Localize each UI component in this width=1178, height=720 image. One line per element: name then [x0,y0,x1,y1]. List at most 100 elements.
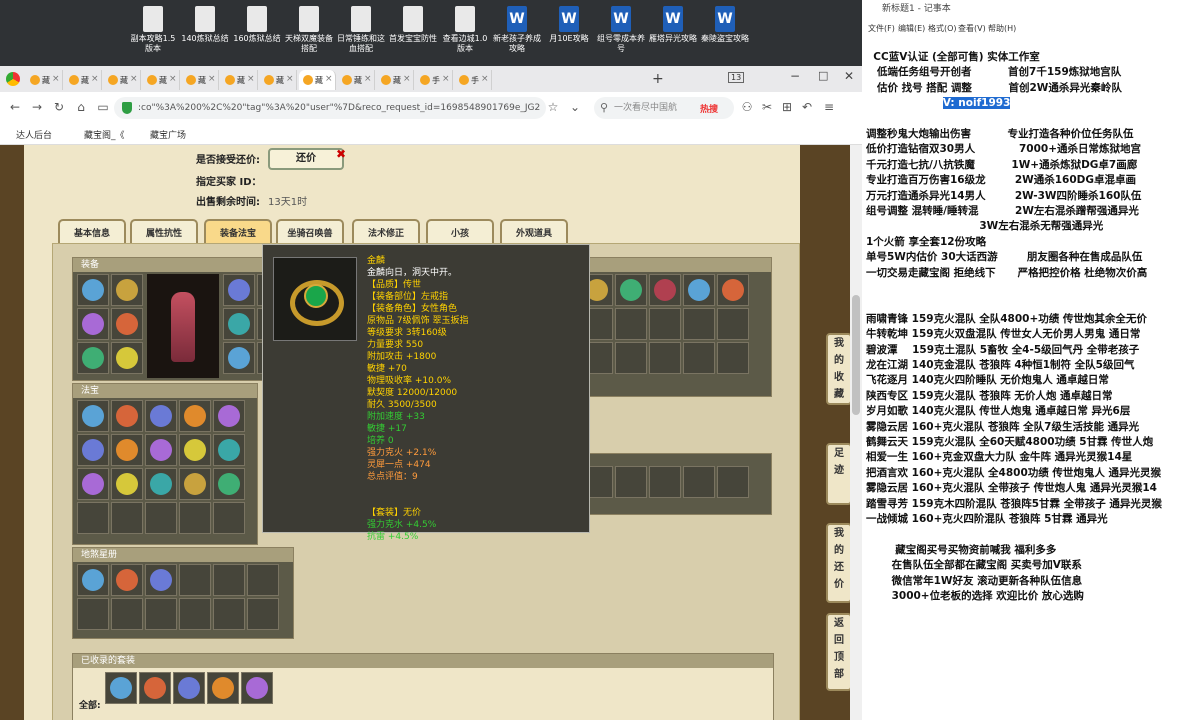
desktop-icon[interactable]: W 月10E攻略 [544,6,594,44]
tab-6[interactable]: 小孩 [426,219,494,245]
desktop-icon[interactable]: W 组号零成本养号 [596,6,646,54]
fabao-slot[interactable] [77,468,109,500]
tab-close-icon[interactable]: × [52,74,60,84]
new-tab-button[interactable]: + [652,71,664,87]
star-icon[interactable]: ☆ [544,98,562,116]
browser-tab[interactable]: 手 × [455,70,492,90]
equipment-slot[interactable] [111,342,143,374]
tab-close-icon[interactable]: × [208,74,216,84]
home-icon[interactable]: ⌂ [72,98,90,116]
notepad-text-area[interactable]: CC蓝V认证 (全部可售) 实体工作室 低端任务组号开创者 首创7千159炼狱地… [866,40,1176,710]
maximize-icon[interactable]: □ [818,69,828,82]
fabao-slot[interactable] [213,400,245,432]
equipment-slot[interactable] [223,342,255,374]
dishaxing-slot[interactable] [213,598,245,630]
desktop-icon[interactable]: W 新老孩子养成攻略 [492,6,542,54]
equipment-slot[interactable] [111,308,143,340]
dishaxing-slot[interactable] [77,598,109,630]
dishaxing-slot[interactable] [179,598,211,630]
inventory-slot[interactable] [717,308,749,340]
inventory-slot[interactable] [615,274,647,306]
desktop-icon[interactable]: 天梯双魔装备搭配 [284,6,334,54]
notepad-menu-item[interactable]: 格式(O) [928,23,957,34]
tab-1[interactable]: 基本信息 [58,219,126,245]
equipment-slot[interactable] [223,308,255,340]
fabao-slot[interactable] [77,502,109,534]
tab-close-icon[interactable]: × [481,74,489,84]
inventory-slot[interactable] [649,466,681,498]
fabao-slot[interactable] [179,468,211,500]
fabao-slot[interactable] [213,434,245,466]
back-icon[interactable]: ← [6,98,24,116]
tab-close-icon[interactable]: × [403,74,411,84]
close-icon[interactable]: ✕ [844,69,854,83]
browser-tab[interactable]: 藏 × [377,70,414,90]
notepad-menu-item[interactable]: 文件(F) [868,23,895,34]
desktop-icon[interactable]: 日常锤练和这血搭配 [336,6,386,54]
tab-close-icon[interactable]: × [325,74,333,84]
tab-7[interactable]: 外观道具 [500,219,568,245]
side-button[interactable]: 我的还价 [826,523,850,603]
tab-2[interactable]: 属性抗性 [130,219,198,245]
side-button[interactable]: 足迹 [826,443,850,505]
inventory-slot[interactable] [683,342,715,374]
bookmark-item[interactable]: 达人后台 [16,128,52,141]
inventory-slot[interactable] [615,466,647,498]
desktop-icon[interactable]: 查看边城1.0版本 [440,6,490,54]
browser-logo-icon[interactable] [6,72,20,86]
browser-tab[interactable]: 藏 × [143,70,180,90]
browser-tab[interactable]: 藏 × [65,70,102,90]
fabao-slot[interactable] [179,434,211,466]
browser-tab[interactable]: 藏 × [299,70,336,90]
equipment-slot[interactable] [77,342,109,374]
fabao-slot[interactable] [213,468,245,500]
browser-tab[interactable]: 藏 × [221,70,258,90]
fabao-slot[interactable] [111,434,143,466]
equipment-slot[interactable] [77,308,109,340]
equipment-slot[interactable] [111,274,143,306]
notepad-menu-item[interactable]: 帮助(H) [988,23,1016,34]
bookmark-item[interactable]: 藏宝广场 [150,128,186,141]
tab-close-icon[interactable]: × [364,74,372,84]
fabao-slot[interactable] [145,468,177,500]
tab-close-icon[interactable]: × [442,74,450,84]
undo-icon[interactable]: ↶ [798,98,816,116]
game-icon[interactable]: ⚇ [738,98,756,116]
url-field[interactable]: :co"%3A%200%2C%20"tag"%3A%20"user"%7D&re… [114,97,546,119]
fabao-slot[interactable] [145,434,177,466]
sidebar-icon[interactable]: ▭ [94,98,112,116]
tab-close-icon[interactable]: × [286,74,294,84]
dishaxing-slot[interactable] [247,598,279,630]
dropdown-icon[interactable]: ⌄ [566,98,584,116]
fabao-slot[interactable] [77,434,109,466]
haggle-button[interactable]: 还价 [268,148,344,170]
notepad-menu-item[interactable]: 查看(V) [958,23,986,34]
dishaxing-slot[interactable] [179,564,211,596]
browser-tab[interactable]: 藏 × [26,70,63,90]
inventory-slot[interactable] [717,274,749,306]
minimize-icon[interactable]: − [790,69,800,83]
forward-icon[interactable]: → [28,98,46,116]
page-scrollbar[interactable] [850,145,862,720]
tab-close-icon[interactable]: × [91,74,99,84]
fabao-slot[interactable] [145,400,177,432]
browser-tab[interactable]: 藏 × [338,70,375,90]
dishaxing-slot[interactable] [145,598,177,630]
dishaxing-slot[interactable] [247,564,279,596]
set-slot[interactable] [241,672,273,704]
cut-icon[interactable]: ✂ [758,98,776,116]
grid-icon[interactable]: ⊞ [778,98,796,116]
fabao-slot[interactable] [213,502,245,534]
dishaxing-slot[interactable] [145,564,177,596]
fabao-slot[interactable] [111,502,143,534]
inventory-slot[interactable] [683,274,715,306]
reload-icon[interactable]: ↻ [50,98,68,116]
notepad-menu-item[interactable]: 编辑(E) [898,23,925,34]
desktop-icon[interactable]: 副本攻略1.5版本 [128,6,178,54]
inventory-slot[interactable] [615,342,647,374]
dishaxing-slot[interactable] [111,598,143,630]
desktop-icon[interactable]: 160炼狱总结 [232,6,282,44]
side-button[interactable]: 返回顶部 [826,613,850,691]
browser-tab[interactable]: 藏 × [260,70,297,90]
tab-5[interactable]: 法术修正 [352,219,420,245]
